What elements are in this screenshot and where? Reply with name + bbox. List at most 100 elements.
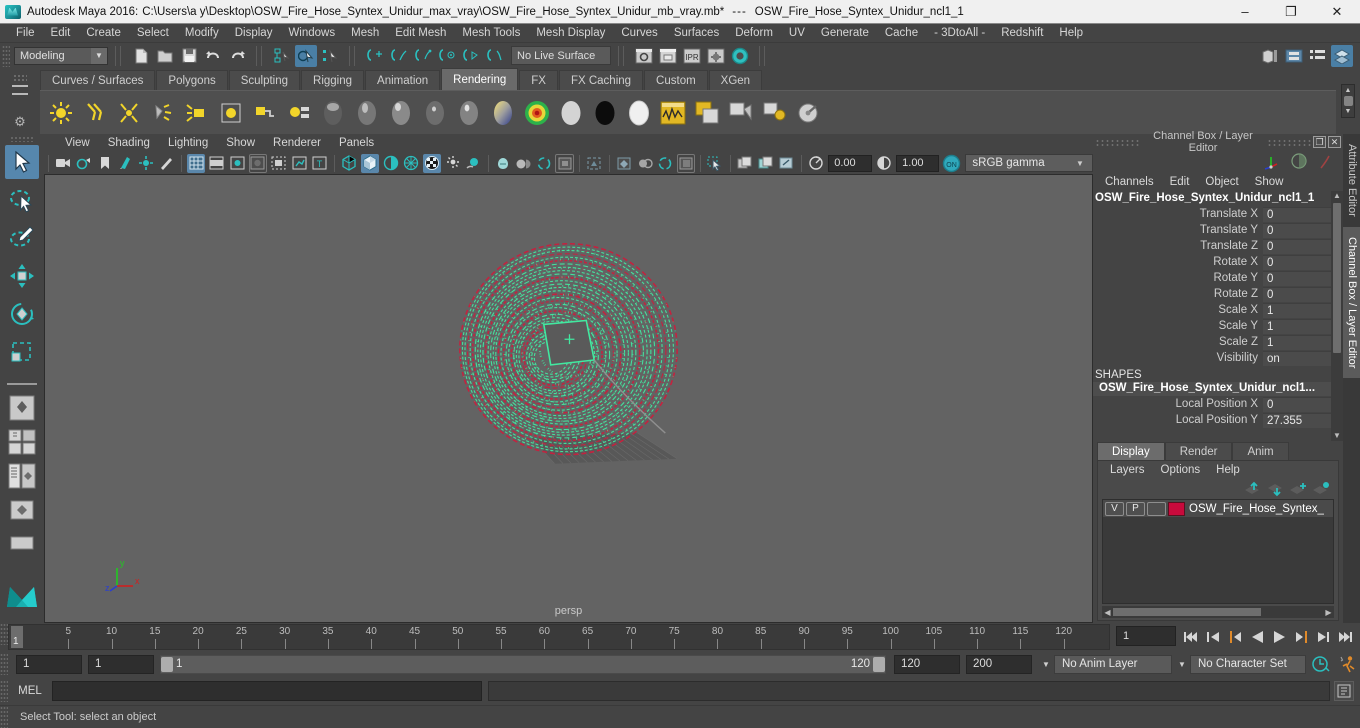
select-camera-icon[interactable]	[54, 154, 73, 173]
new-layer-icon[interactable]	[1289, 481, 1307, 497]
render-view-window-icon[interactable]	[692, 97, 722, 129]
panel-grip-2[interactable]	[1267, 138, 1311, 146]
layer-menu-options[interactable]: Options	[1153, 464, 1209, 476]
move-layer-down-icon[interactable]	[1266, 481, 1284, 497]
channel-value[interactable]: 1	[1263, 302, 1331, 318]
move-layer-up-icon[interactable]	[1243, 481, 1261, 497]
use-all-lights-icon[interactable]	[422, 153, 442, 173]
menu-item-redshift[interactable]: Redshift	[993, 24, 1051, 42]
animation-preferences-icon[interactable]	[1308, 655, 1334, 673]
motion-blur-icon[interactable]	[493, 154, 512, 173]
layer-row[interactable]: V P OSW_Fire_Hose_Syntex_	[1103, 500, 1333, 517]
restore-button[interactable]: ❐	[1268, 0, 1314, 23]
select-tool[interactable]	[5, 145, 39, 179]
paint-select-tool[interactable]	[5, 221, 39, 255]
menu-item-create[interactable]: Create	[78, 24, 129, 42]
layer-name[interactable]: OSW_Fire_Hose_Syntex_	[1189, 503, 1324, 515]
outliner-persp-layout[interactable]	[4, 461, 40, 491]
shelf-tab-animation[interactable]: Animation	[365, 70, 441, 90]
copy-layer-icon[interactable]	[736, 154, 755, 173]
command-line-grip[interactable]	[0, 680, 8, 702]
hypershade-icon[interactable]	[705, 45, 727, 67]
show-hide-layer-editor-icon[interactable]	[1331, 44, 1353, 67]
coiled-fire-hose-model[interactable]	[45, 175, 1092, 622]
film-origin-icon[interactable]	[269, 154, 288, 173]
render-current-frame-icon[interactable]	[633, 45, 655, 67]
viewport-menu-panels[interactable]: Panels	[330, 137, 383, 149]
layer-editor-tab-display[interactable]: Display	[1097, 442, 1165, 460]
shelf-tab-polygons[interactable]: Polygons	[156, 70, 228, 90]
channel-box-menu-edit[interactable]: Edit	[1162, 176, 1198, 188]
lambert-material-icon[interactable]	[420, 97, 450, 129]
layer-editor-tab-render[interactable]: Render	[1164, 442, 1233, 460]
xray-joints-icon[interactable]	[615, 154, 634, 173]
play-backwards-icon[interactable]	[1246, 625, 1268, 649]
animation-start-time-field[interactable]: 1	[16, 654, 82, 674]
viewport-menu-view[interactable]: View	[56, 137, 99, 149]
render-view-icon[interactable]	[729, 45, 751, 67]
shelf-tab-sculpting[interactable]: Sculpting	[228, 70, 301, 90]
range-end-handle[interactable]	[873, 656, 885, 672]
smooth-shade-all-icon[interactable]	[360, 153, 380, 173]
script-editor-icon[interactable]	[1334, 681, 1354, 701]
viewport-menu-lighting[interactable]: Lighting	[159, 137, 217, 149]
layer-menu-layers[interactable]: Layers	[1102, 464, 1153, 476]
panel-grip[interactable]	[1095, 138, 1139, 146]
hypershade-persp-layout[interactable]	[4, 495, 40, 525]
step-back-frame-icon[interactable]	[1202, 625, 1224, 649]
show-hide-channel-box-icon[interactable]	[1307, 45, 1329, 67]
scroll-down-icon[interactable]: ▼	[1345, 108, 1352, 115]
channel-row[interactable]: Local Position X 0	[1093, 396, 1331, 412]
shelf-tab-fx-caching[interactable]: FX Caching	[558, 70, 644, 90]
channel-value[interactable]: 0	[1263, 206, 1331, 222]
shelf-grip[interactable]	[13, 74, 27, 82]
shelf-tab-menu-icon[interactable]	[12, 85, 28, 95]
snap-to-point-icon[interactable]	[412, 45, 434, 67]
menu-item-generate[interactable]: Generate	[813, 24, 877, 42]
resolution-gate-icon[interactable]	[228, 154, 247, 173]
new-layer-from-selected-icon[interactable]	[1312, 481, 1330, 497]
step-forward-frame-icon[interactable]	[1312, 625, 1334, 649]
shading-group-icon[interactable]	[284, 97, 314, 129]
channel-row[interactable]: Rotate Z 0	[1093, 286, 1331, 302]
refresh-layer-icon[interactable]	[777, 154, 796, 173]
menu-item-edit-mesh[interactable]: Edit Mesh	[387, 24, 454, 42]
blinn-material-icon[interactable]	[386, 97, 416, 129]
menu-item-help[interactable]: Help	[1051, 24, 1091, 42]
snap-to-grid-icon[interactable]	[364, 45, 386, 67]
go-to-start-icon[interactable]	[1180, 625, 1202, 649]
ramp-texture-icon[interactable]	[522, 97, 552, 129]
toolbox-grip[interactable]	[10, 136, 34, 142]
menu-item-select[interactable]: Select	[129, 24, 177, 42]
channel-box-menu-object[interactable]: Object	[1197, 176, 1246, 188]
command-language-label[interactable]: MEL	[8, 685, 52, 697]
current-time-indicator[interactable]: 1	[11, 626, 23, 648]
play-forwards-icon[interactable]	[1268, 625, 1290, 649]
time-slider[interactable]: 1 5 10 15 20 25 30 35 40 45 50 55 60 65 70 75 80 85 90 95 1…	[8, 624, 1110, 650]
spot-light-icon[interactable]	[148, 97, 178, 129]
time-slider-grip[interactable]	[0, 623, 8, 645]
isolate-select-icon[interactable]	[555, 153, 575, 173]
select-by-object-icon[interactable]	[295, 44, 317, 67]
status-line-grip[interactable]	[2, 44, 10, 67]
shadows-icon[interactable]	[443, 154, 462, 173]
step-back-key-icon[interactable]	[1224, 625, 1246, 649]
snap-to-projected-center-icon[interactable]	[436, 45, 458, 67]
auto-key-icon[interactable]	[1334, 655, 1360, 673]
layer-list-hscrollbar[interactable]: ◀ ▶	[1102, 606, 1334, 618]
view-cube-icon[interactable]	[676, 153, 696, 173]
menu-item-windows[interactable]: Windows	[280, 24, 343, 42]
channel-value[interactable]: on	[1263, 350, 1331, 366]
channel-value[interactable]: 0	[1263, 254, 1331, 270]
minimize-button[interactable]: –	[1222, 0, 1268, 23]
shaded-wireframe-icon[interactable]	[381, 154, 400, 173]
undock-panel-icon[interactable]: ❐	[1313, 136, 1326, 148]
command-input-field[interactable]	[52, 681, 482, 701]
shelf-tab-rendering[interactable]: Rendering	[441, 68, 519, 90]
wireframe-icon[interactable]	[340, 154, 359, 173]
channel-row[interactable]: Translate Y 0	[1093, 222, 1331, 238]
channel-row[interactable]: Scale Y 1	[1093, 318, 1331, 334]
channel-row[interactable]: Translate Z 0	[1093, 238, 1331, 254]
render-settings-icon[interactable]: IPR	[681, 45, 703, 67]
perspective-viewport[interactable]: y x z persp	[44, 174, 1093, 623]
